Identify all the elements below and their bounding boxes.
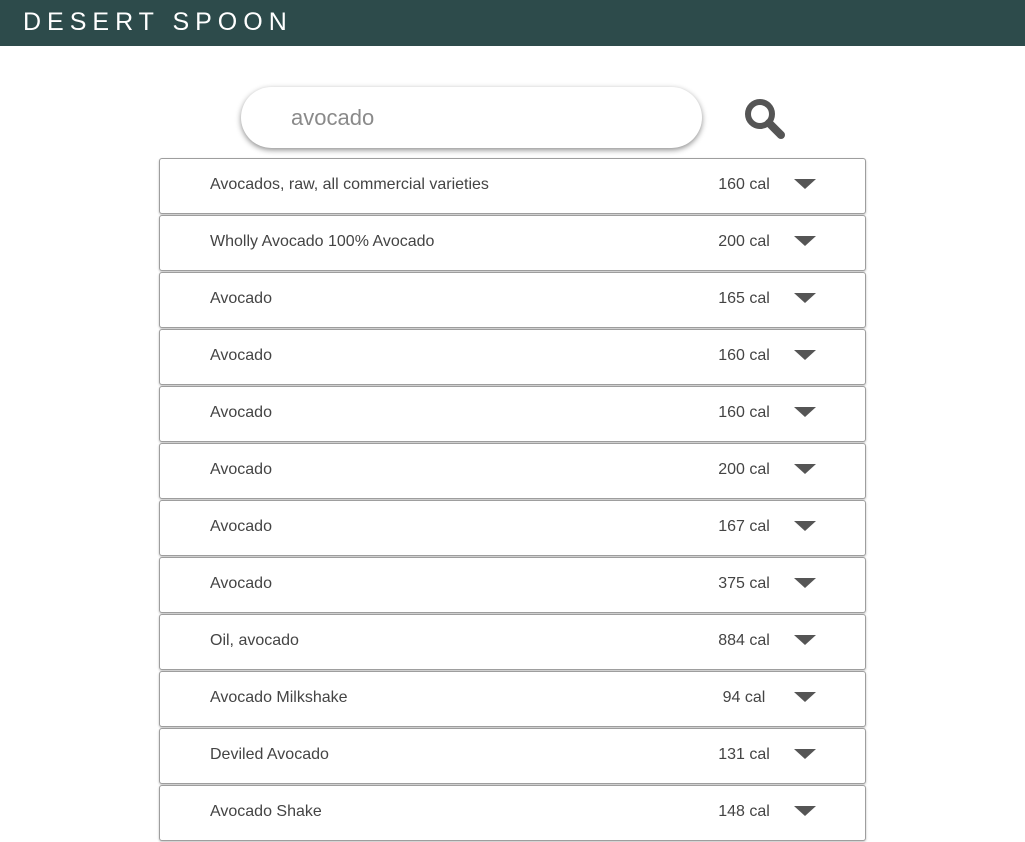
expand-toggle[interactable]	[790, 806, 820, 822]
calorie-value: 200 cal	[718, 461, 770, 478]
result-row[interactable]: Avocado Milkshake 94 cal	[159, 671, 866, 727]
food-name: Avocado	[210, 404, 272, 421]
result-row[interactable]: Avocados, raw, all commercial varieties 1…	[159, 158, 866, 214]
calorie-value: 148 cal	[718, 803, 770, 820]
caret-down-icon	[794, 407, 816, 417]
expand-toggle[interactable]	[790, 293, 820, 309]
food-name: Avocados, raw, all commercial varieties	[210, 176, 489, 193]
calorie-value: 160 cal	[718, 347, 770, 364]
food-name: Avocado	[210, 290, 272, 307]
expand-toggle[interactable]	[790, 578, 820, 594]
calorie-value: 160 cal	[718, 404, 770, 421]
food-name: Oil, avocado	[210, 632, 299, 649]
food-name: Avocado	[210, 347, 272, 364]
caret-down-icon	[794, 578, 816, 588]
result-row[interactable]: Deviled Avocado 131 cal	[159, 728, 866, 784]
calorie-value: 200 cal	[718, 233, 770, 250]
result-row[interactable]: Avocado 160 cal	[159, 329, 866, 385]
food-name: Deviled Avocado	[210, 746, 329, 763]
search-input[interactable]	[291, 101, 671, 135]
expand-toggle[interactable]	[790, 179, 820, 195]
calorie-value: 94 cal	[722, 689, 766, 706]
result-row[interactable]: Avocado 160 cal	[159, 386, 866, 442]
expand-toggle[interactable]	[790, 350, 820, 366]
food-name: Avocado Milkshake	[210, 689, 348, 706]
results-list: Avocados, raw, all commercial varieties 1…	[159, 158, 866, 842]
caret-down-icon	[794, 179, 816, 189]
result-row[interactable]: Avocado 165 cal	[159, 272, 866, 328]
search-icon	[745, 99, 785, 139]
expand-toggle[interactable]	[790, 521, 820, 537]
caret-down-icon	[794, 464, 816, 474]
expand-toggle[interactable]	[790, 635, 820, 651]
top-bar: DESERT SPOON	[0, 0, 1025, 46]
food-name: Avocado	[210, 461, 272, 478]
food-name: Avocado	[210, 518, 272, 535]
food-name: Wholly Avocado 100% Avocado	[210, 233, 435, 250]
calorie-value: 884 cal	[718, 632, 770, 649]
caret-down-icon	[794, 521, 816, 531]
caret-down-icon	[794, 236, 816, 246]
caret-down-icon	[794, 749, 816, 759]
food-name: Avocado	[210, 575, 272, 592]
search-box	[241, 87, 702, 148]
expand-toggle[interactable]	[790, 464, 820, 480]
caret-down-icon	[794, 806, 816, 816]
result-row[interactable]: Oil, avocado 884 cal	[159, 614, 866, 670]
caret-down-icon	[794, 293, 816, 303]
calorie-value: 167 cal	[718, 518, 770, 535]
expand-toggle[interactable]	[790, 407, 820, 423]
food-name: Avocado Shake	[210, 803, 322, 820]
result-row[interactable]: Wholly Avocado 100% Avocado 200 cal	[159, 215, 866, 271]
calorie-value: 375 cal	[718, 575, 770, 592]
calorie-value: 165 cal	[718, 290, 770, 307]
result-row[interactable]: Avocado 167 cal	[159, 500, 866, 556]
search-button[interactable]	[742, 96, 786, 140]
caret-down-icon	[794, 635, 816, 645]
result-row[interactable]: Avocado 200 cal	[159, 443, 866, 499]
expand-toggle[interactable]	[790, 236, 820, 252]
result-row[interactable]: Avocado 375 cal	[159, 557, 866, 613]
caret-down-icon	[794, 692, 816, 702]
brand-logo-text[interactable]: DESERT SPOON	[23, 6, 293, 38]
caret-down-icon	[794, 350, 816, 360]
calorie-value: 160 cal	[718, 176, 770, 193]
calorie-value: 131 cal	[718, 746, 770, 763]
expand-toggle[interactable]	[790, 749, 820, 765]
expand-toggle[interactable]	[790, 692, 820, 708]
